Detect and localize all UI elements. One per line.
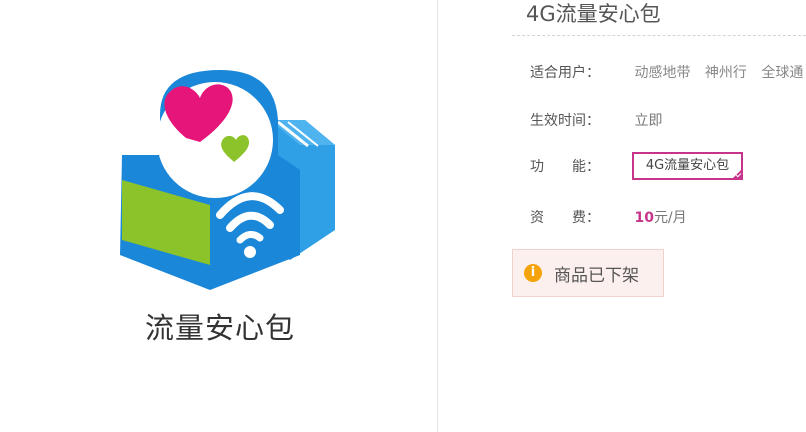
product-detail-panel: 4G流量安心包 适合用户： 动感地带 神州行 全球通 生效时间： 立即 功 能：… [438, 0, 806, 432]
product-caption: 流量安心包 [144, 311, 295, 345]
users-label: 适合用户： [530, 65, 600, 81]
feature-option-label: 4G流量安心包 [645, 158, 730, 173]
product-box-icon [120, 70, 335, 290]
feature-label: 功 能： [530, 159, 600, 175]
notice-text: 商品已下架 [554, 265, 639, 286]
user-tag: 全球通 [761, 65, 804, 81]
checkmark-icon [731, 168, 743, 180]
price-number: 10 [634, 210, 654, 226]
users-row: 适合用户： 动感地带 神州行 全球通 [530, 61, 806, 85]
info-icon: i [524, 264, 542, 282]
effective-value: 立即 [634, 113, 663, 129]
user-tag: 神州行 [704, 65, 747, 81]
price-unit: 元/月 [653, 210, 687, 226]
price-row: 资 费： 10元/月 [530, 206, 687, 230]
feature-option-selected[interactable]: 4G流量安心包 [632, 152, 743, 180]
user-tag: 动感地带 [634, 65, 691, 81]
offline-notice: i 商品已下架 [512, 249, 664, 297]
product-title: 4G流量安心包 [526, 2, 661, 26]
feature-row: 功 能： [530, 155, 630, 179]
product-image-panel: 流量安心包 [0, 0, 437, 432]
effective-label: 生效时间： [530, 113, 600, 129]
effective-row: 生效时间： 立即 [530, 109, 662, 133]
title-divider [512, 35, 806, 36]
price-label: 资 费： [530, 210, 600, 226]
